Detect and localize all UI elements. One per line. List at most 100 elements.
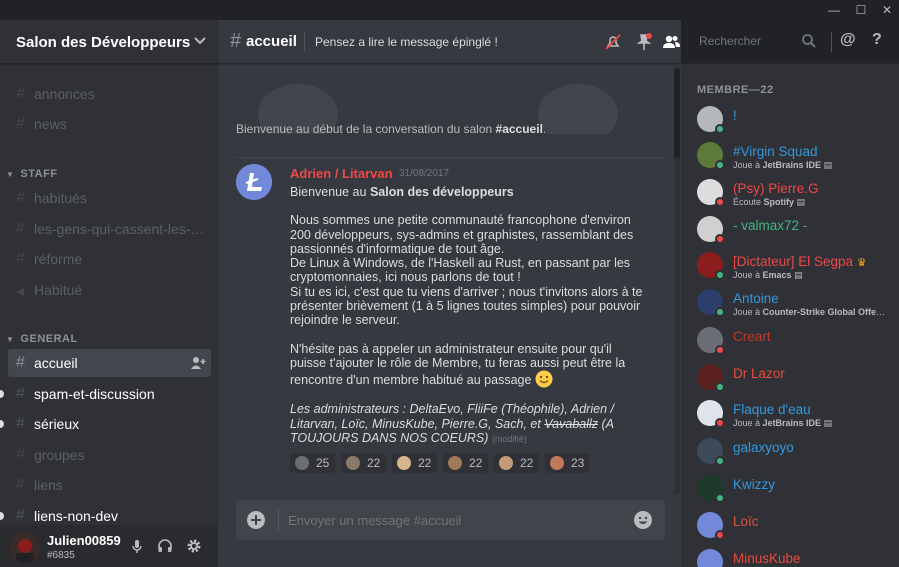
member-item[interactable]: (Psy) Pierre.G Écoute Spotify ▤ (689, 177, 889, 213)
member-item[interactable]: [Dictateur] El Segpa ♛ Joue à Emacs ▤ (689, 250, 889, 286)
custom-emoji-icon (346, 456, 360, 470)
message-composer (236, 500, 665, 540)
channel-accueil[interactable]: # accueil (8, 349, 211, 377)
channel-sidebar: Salon des Développeurs # annonces # news… (0, 20, 218, 567)
member-avatar (697, 549, 723, 567)
member-activity: Joue à Counter-Strike Global Offen... (733, 307, 889, 317)
member-item[interactable]: - valmax72 - (689, 214, 889, 250)
channel-news[interactable]: # news (8, 110, 211, 138)
channel-annonces[interactable]: # annonces (8, 80, 211, 108)
reaction[interactable]: 25 (290, 453, 335, 473)
channel-title: accueil (246, 33, 297, 50)
category-label: STAFF (20, 168, 58, 180)
reaction[interactable]: 22 (341, 453, 386, 473)
lock-hash-icon: # (16, 220, 25, 237)
channel-liens[interactable]: # liens (8, 471, 211, 499)
custom-emoji-icon (550, 456, 564, 470)
author-avatar[interactable] (236, 164, 272, 200)
member-item[interactable]: Dr Lazor (689, 362, 889, 398)
status-dnd-icon (715, 345, 725, 355)
status-online-icon (715, 382, 725, 392)
pin-icon[interactable] (634, 32, 654, 52)
member-item[interactable]: #Virgin Squad Joue à JetBrains IDE ▤ (689, 140, 889, 176)
lock-hash-icon: # (16, 250, 25, 267)
channel-topic[interactable]: Pensez a lire le message épinglé ! (315, 35, 498, 49)
member-item[interactable]: ! (689, 104, 889, 140)
status-online-icon (715, 456, 725, 466)
chat-area: # accueil Pensez a lire le message éping… (218, 20, 681, 567)
member-item[interactable]: Kwizzy (689, 473, 889, 509)
hash-icon: # (16, 354, 25, 371)
close-button[interactable]: ✕ (875, 0, 899, 20)
channel-label: les-gens-qui-cassent-les-c... (34, 221, 209, 237)
category-staff[interactable]: ▼ STAFF (6, 168, 58, 180)
channel-header: # accueil Pensez a lire le message éping… (218, 20, 681, 64)
member-name: Flaque d'eau (733, 402, 811, 417)
member-item[interactable]: MinusKube (689, 547, 889, 567)
member-name: [Dictateur] El Segpa ♛ (733, 254, 867, 269)
reaction[interactable]: 22 (392, 453, 437, 473)
hash-icon: # (16, 85, 25, 102)
hash-icon: # (16, 415, 25, 432)
hash-icon: # (16, 507, 25, 524)
gear-icon[interactable] (186, 538, 202, 554)
member-name: Creart (733, 329, 771, 344)
channel-serieux[interactable]: # sérieux (0, 410, 211, 438)
reaction[interactable]: 22 (443, 453, 488, 473)
reaction[interactable]: 22 (494, 453, 539, 473)
member-list-icon[interactable] (661, 32, 681, 52)
member-item[interactable]: galaxyoyo (689, 436, 889, 472)
channel-reforme[interactable]: # réforme (8, 245, 211, 273)
add-user-icon[interactable] (190, 355, 206, 371)
scrollbar-thumb[interactable] (674, 68, 680, 158)
channel-label: accueil (34, 355, 78, 371)
help-icon[interactable]: ? (872, 31, 882, 49)
status-online-icon (715, 307, 725, 317)
channel-label: liens (34, 477, 63, 493)
message-input[interactable] (288, 513, 608, 528)
member-name: ! (733, 108, 737, 123)
status-online-icon (715, 270, 725, 280)
microphone-icon[interactable] (129, 538, 145, 554)
member-activity: Écoute Spotify ▤ (733, 197, 806, 207)
channel-les-gens-qui-cassent[interactable]: # les-gens-qui-cassent-les-c... (8, 215, 211, 243)
member-item[interactable]: Creart (689, 325, 889, 361)
user-avatar[interactable] (10, 533, 40, 563)
headphones-icon[interactable] (157, 538, 173, 554)
member-activity: Joue à JetBrains IDE ▤ (733, 160, 833, 170)
minimize-button[interactable]: — (822, 0, 846, 20)
message-content: Bienvenue au Salon des développeurs Nous… (290, 185, 650, 446)
status-online-icon (715, 124, 725, 134)
category-general[interactable]: ▼ GENERAL (6, 333, 78, 345)
channel-label: groupes (34, 447, 85, 463)
voice-channel-habitue[interactable]: ◂ Habitué (8, 276, 211, 304)
status-dnd-icon (715, 530, 725, 540)
reaction[interactable]: 23 (545, 453, 590, 473)
category-label: GENERAL (20, 333, 78, 345)
message-paragraph: Les administrateurs : DeltaEvo, FliiFe (… (290, 402, 614, 445)
composer-divider (278, 508, 279, 532)
window-titlebar: — ☐ ✕ (0, 0, 899, 20)
message-author[interactable]: Adrien / Litarvan (290, 166, 393, 181)
search-box[interactable]: Rechercher (693, 29, 823, 53)
hash-icon: # (16, 446, 25, 463)
message-line: Bienvenue au Salon des développeurs (290, 185, 514, 199)
member-item[interactable]: Loïc (689, 510, 889, 546)
member-item[interactable]: Antoine Joue à Counter-Strike Global Off… (689, 287, 889, 323)
member-name: #Virgin Squad (733, 144, 818, 159)
message-paragraph: Si tu es ici, c'est que tu viens d'arriv… (290, 284, 643, 328)
member-item[interactable]: Flaque d'eau Joue à JetBrains IDE ▤ (689, 398, 889, 434)
mute-notifications-icon[interactable] (603, 32, 623, 52)
upload-plus-icon[interactable] (246, 510, 266, 530)
channel-label: news (34, 116, 67, 132)
mentions-icon[interactable]: @ (840, 31, 856, 49)
username: Julien00859 (47, 533, 121, 548)
channel-spam-et-discussion[interactable]: # spam-et-discussion (0, 380, 211, 408)
unread-indicator (0, 390, 4, 398)
member-name: (Psy) Pierre.G (733, 181, 819, 196)
guild-header[interactable]: Salon des Développeurs (0, 20, 218, 64)
maximize-button[interactable]: ☐ (849, 0, 873, 20)
emoji-picker-icon[interactable] (633, 510, 653, 530)
channel-habitues[interactable]: # habitués (8, 184, 211, 212)
channel-groupes[interactable]: # groupes (8, 441, 211, 469)
